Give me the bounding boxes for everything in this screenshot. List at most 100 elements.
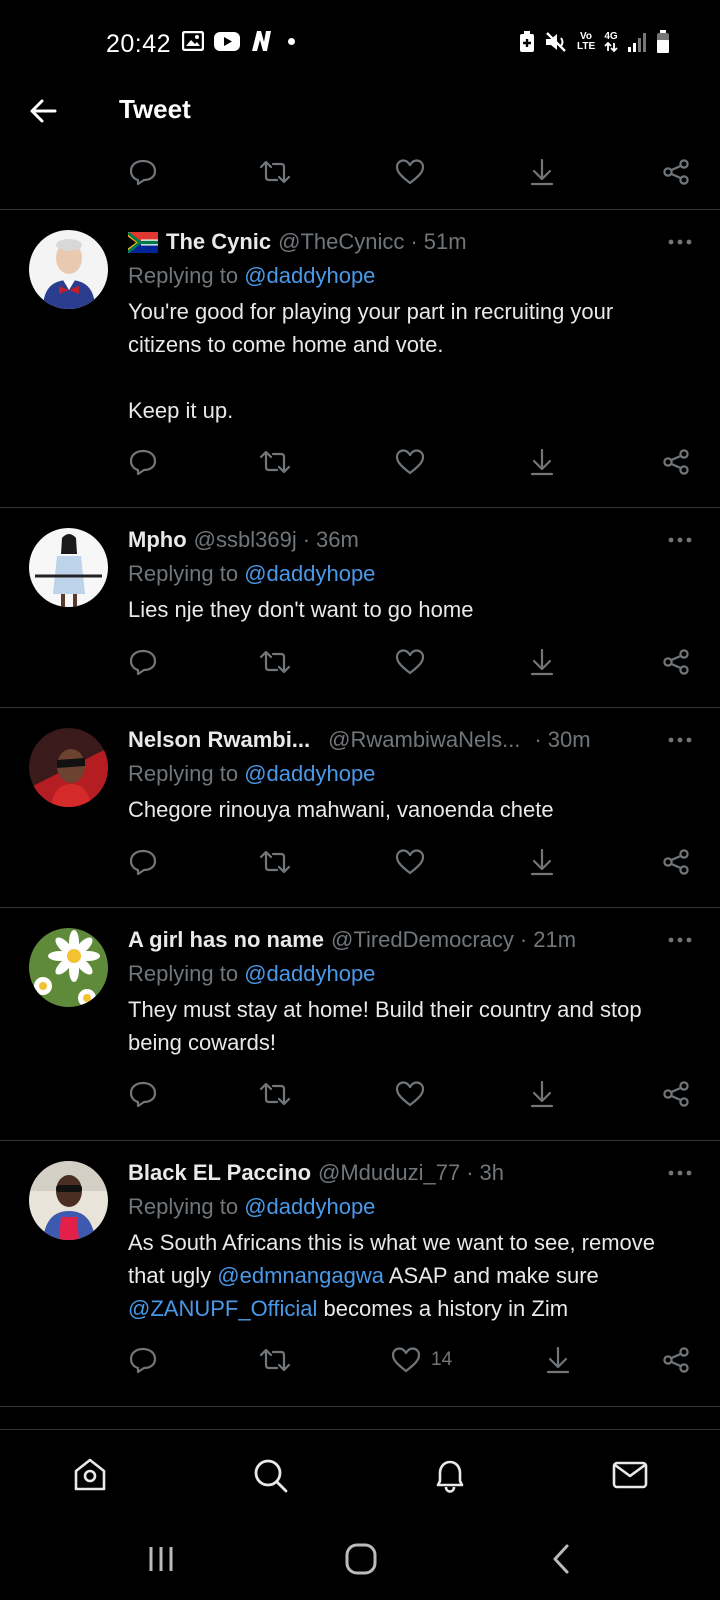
tweet-reply[interactable]: The Cynic @TheCynicc · 51m Replying to @… [0, 210, 720, 507]
status-right-icons: Vo LTE 4G [519, 30, 670, 54]
tweet-reply[interactable]: A girl has no name @TiredDemocracy · 21m… [0, 908, 720, 1140]
share-button[interactable] [662, 842, 690, 882]
user-handle[interactable]: @TheCynicc [278, 229, 404, 255]
like-button[interactable] [395, 842, 425, 882]
netflix-icon [250, 31, 274, 51]
avatar[interactable] [29, 528, 108, 607]
reply-icon [129, 449, 157, 476]
reply-button[interactable] [129, 442, 157, 482]
tweet-actions [0, 1074, 720, 1114]
south-africa-flag-icon [128, 231, 158, 253]
replying-to: Replying to @daddyhope [128, 561, 376, 586]
reply-button[interactable] [129, 642, 157, 682]
download-button[interactable] [529, 442, 555, 482]
heart-icon [395, 159, 425, 185]
retweet-icon [259, 1348, 291, 1372]
avatar[interactable] [29, 230, 108, 309]
display-name[interactable]: A girl has no name [128, 927, 324, 953]
avatar[interactable] [29, 728, 108, 807]
retweet-button[interactable] [259, 642, 291, 682]
display-name[interactable]: Nelson Rwambi... [128, 727, 310, 753]
back-button[interactable] [26, 94, 60, 128]
reply-button[interactable] [129, 842, 157, 882]
recents-button[interactable] [141, 1539, 181, 1579]
nav-notifications[interactable] [427, 1452, 473, 1498]
download-button[interactable] [529, 1074, 555, 1114]
messages-icon [612, 1461, 648, 1489]
reply-button[interactable] [129, 1340, 157, 1380]
timestamp[interactable]: 21m [533, 927, 576, 953]
display-name[interactable]: The Cynic [166, 229, 271, 255]
more-options-button[interactable] [666, 227, 694, 257]
avatar[interactable] [29, 1161, 108, 1240]
mention-link[interactable]: @daddyhope [244, 561, 375, 586]
tweet-reply[interactable]: Mpho @ssbl369j · 36m Replying to @daddyh… [0, 508, 720, 707]
nav-messages[interactable] [607, 1452, 653, 1498]
reply-button[interactable] [129, 152, 157, 192]
timestamp[interactable]: 30m [548, 727, 591, 753]
user-handle[interactable]: @Mduduzi_77 [318, 1160, 460, 1186]
reply-button[interactable] [129, 1074, 157, 1114]
mention-link[interactable]: @daddyhope [244, 263, 375, 288]
more-horizontal-icon [668, 737, 692, 743]
retweet-button[interactable] [259, 442, 291, 482]
like-button[interactable] [395, 152, 425, 192]
timestamp[interactable]: 36m [316, 527, 359, 553]
display-name[interactable]: Black EL Paccino [128, 1160, 311, 1186]
download-button[interactable] [529, 642, 555, 682]
tweet-reply[interactable]: Nelson Rwambi... @RwambiwaNels... · 30m … [0, 708, 720, 907]
heart-icon [395, 1081, 425, 1107]
system-home-button[interactable] [341, 1539, 381, 1579]
user-handle[interactable]: @TiredDemocracy [331, 927, 514, 953]
app-header: Tweet [0, 80, 720, 142]
nav-search[interactable] [247, 1452, 293, 1498]
retweet-button[interactable] [259, 152, 291, 192]
more-options-button[interactable] [666, 925, 694, 955]
mention-link[interactable]: @daddyhope [244, 961, 375, 986]
share-button[interactable] [662, 152, 690, 192]
download-button[interactable] [529, 842, 555, 882]
retweet-button[interactable] [259, 1074, 291, 1114]
like-button[interactable]: 14 [391, 1340, 452, 1380]
display-name[interactable]: Mpho [128, 527, 187, 553]
more-options-button[interactable] [666, 725, 694, 755]
like-button[interactable] [395, 642, 425, 682]
share-button[interactable] [662, 1074, 690, 1114]
timestamp[interactable]: 3h [480, 1160, 504, 1186]
system-back-button[interactable] [541, 1539, 581, 1579]
tweet-text: As South Africans this is what we want t… [128, 1230, 656, 1321]
avatar[interactable] [29, 928, 108, 1007]
system-navigation [0, 1517, 720, 1600]
battery-icon [656, 30, 670, 54]
mention-link[interactable]: @daddyhope [244, 1194, 375, 1219]
tweet-text: Chegore rinouya mahwani, vanoenda chete [128, 797, 554, 822]
timestamp[interactable]: 51m [424, 229, 467, 255]
download-button[interactable] [529, 152, 555, 192]
more-horizontal-icon [668, 1170, 692, 1176]
heart-icon [391, 1347, 421, 1373]
mention-link[interactable]: @daddyhope [244, 761, 375, 786]
share-button[interactable] [662, 442, 690, 482]
nav-home[interactable] [67, 1452, 113, 1498]
back-chevron-icon [553, 1544, 569, 1574]
like-button[interactable] [395, 1074, 425, 1114]
more-options-button[interactable] [666, 1158, 694, 1188]
mention-link[interactable]: @ZANUPF_Official [128, 1296, 317, 1321]
reply-icon [129, 649, 157, 676]
tweet-reply[interactable]: Black EL Paccino @Mduduzi_77 · 3h Replyi… [0, 1141, 720, 1406]
like-count: 14 [431, 1349, 453, 1370]
like-button[interactable] [395, 442, 425, 482]
share-button[interactable] [662, 1340, 690, 1380]
share-button[interactable] [662, 642, 690, 682]
mention-link[interactable]: @edmnangagwa [217, 1263, 384, 1288]
more-options-button[interactable] [666, 525, 694, 555]
status-bar: 20:42 Vo LTE 4G [0, 0, 720, 80]
user-handle[interactable]: @ssbl369j [194, 527, 297, 553]
retweet-button[interactable] [259, 1340, 291, 1380]
download-icon [530, 158, 554, 186]
download-button[interactable] [545, 1340, 571, 1380]
heart-icon [395, 649, 425, 675]
replying-to: Replying to @daddyhope [128, 1194, 376, 1219]
retweet-button[interactable] [259, 842, 291, 882]
user-handle[interactable]: @RwambiwaNels... [328, 727, 520, 753]
